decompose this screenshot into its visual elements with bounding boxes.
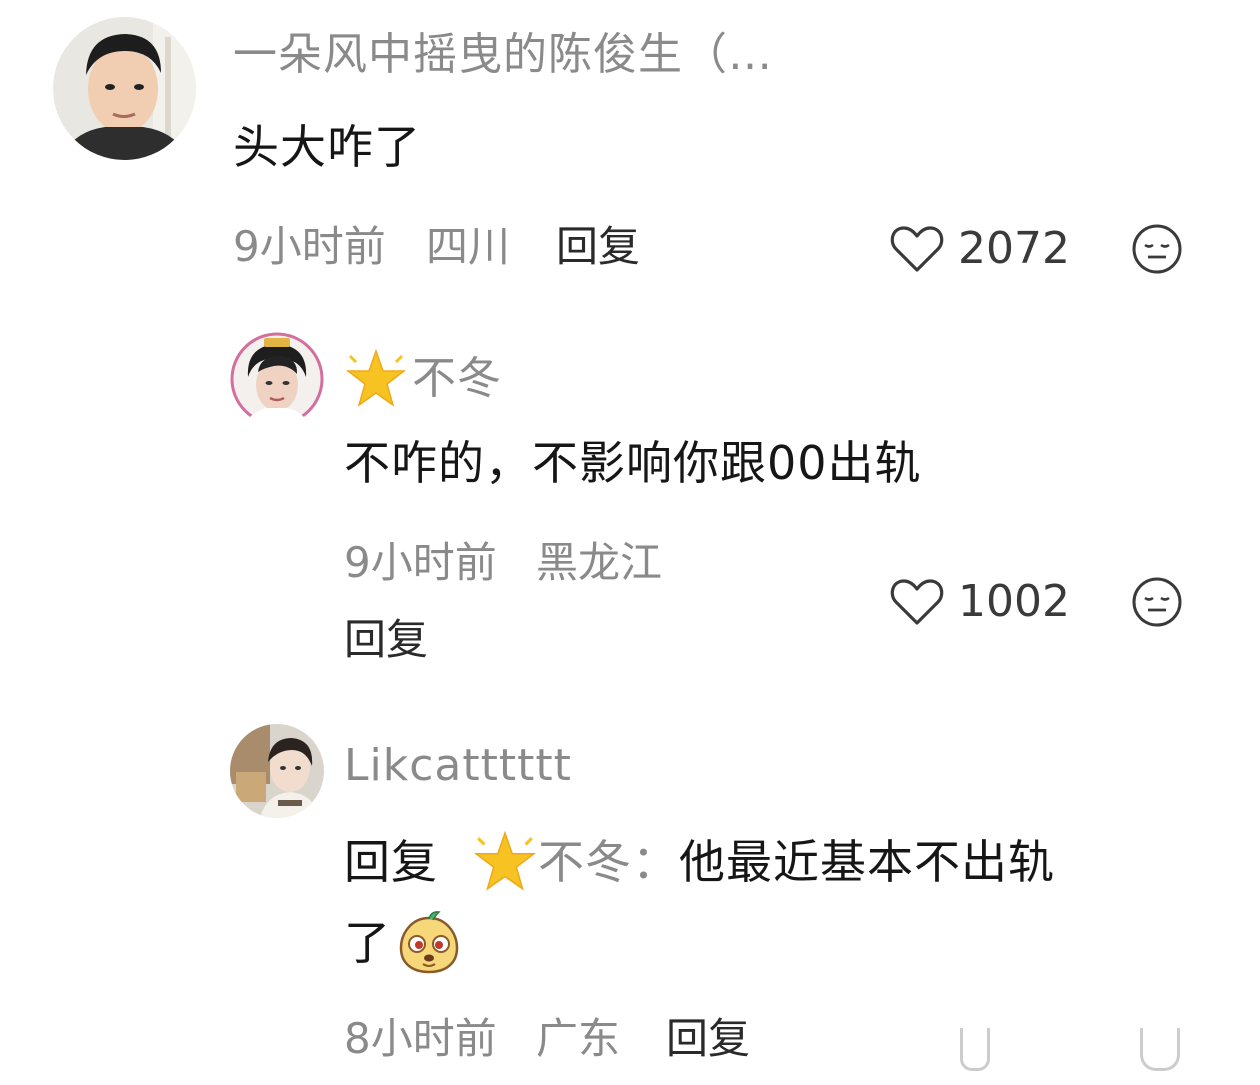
reply-button[interactable]: 回复	[344, 619, 428, 661]
comment-text-line2: 了	[344, 910, 463, 976]
emoji-icon-partial[interactable]	[1140, 1028, 1180, 1071]
avatar[interactable]	[230, 332, 324, 426]
avatar[interactable]	[53, 17, 196, 160]
comment-text: 不咋的，不影响你跟00出轨	[344, 436, 922, 490]
username[interactable]: 一朵风中摇曳的陈俊生（…	[233, 33, 773, 77]
comment-time: 9小时前	[233, 222, 386, 271]
comment-text-end: 了	[344, 915, 391, 970]
reply-comment: Likcatttttt 回复 不冬： 他最近基本不出轨 了 8小时前 广东 回复	[0, 710, 1260, 1085]
comment-text: 他最近基本不出轨	[679, 834, 1055, 889]
heart-icon	[890, 579, 944, 625]
like-icon-partial[interactable]	[960, 1028, 990, 1071]
comment-location: 黑龙江	[536, 538, 663, 587]
comment-location: 四川	[426, 222, 511, 271]
female-portrait-icon	[230, 332, 324, 426]
emoji-reaction-button[interactable]	[1131, 223, 1183, 279]
reply-button[interactable]: 回复	[666, 1018, 750, 1060]
mention-username[interactable]: 不冬：	[538, 835, 679, 889]
star-icon	[345, 348, 407, 407]
emoji-reaction-button[interactable]	[1131, 576, 1183, 632]
comment-text-line1: 回复 不冬： 他最近基本不出轨	[344, 830, 1055, 894]
comment-text: 头大咋了	[233, 120, 421, 174]
reply-button[interactable]: 回复	[556, 226, 640, 268]
cartoon-dog-emoji-icon	[399, 911, 459, 974]
username[interactable]: 不冬	[344, 348, 502, 410]
reply-comment: 不冬 不咋的，不影响你跟00出轨 9小时前 黑龙江 回复 1002	[0, 320, 1260, 690]
reply-prefix: 回复	[344, 834, 438, 889]
username-text: 不冬	[412, 353, 502, 404]
like-button[interactable]: 1002	[890, 577, 1070, 627]
comment-location: 广东	[536, 1014, 621, 1063]
expressionless-face-icon	[1132, 224, 1182, 274]
comment-time: 8小时前	[344, 1014, 497, 1063]
heart-icon	[890, 226, 944, 272]
expressionless-face-icon	[1132, 577, 1182, 627]
comment: 一朵风中摇曳的陈俊生（… 头大咋了 9小时前 四川 回复 2072	[0, 0, 1260, 300]
male-portrait-icon	[53, 17, 196, 160]
comment-time: 9小时前	[344, 538, 497, 587]
like-count: 1002	[958, 576, 1070, 627]
avatar[interactable]	[230, 724, 324, 818]
like-button[interactable]: 2072	[890, 224, 1070, 274]
star-icon	[473, 830, 537, 891]
like-count: 2072	[958, 223, 1070, 274]
username[interactable]: Likcatttttt	[344, 744, 572, 788]
girl-portrait-icon	[230, 724, 324, 818]
